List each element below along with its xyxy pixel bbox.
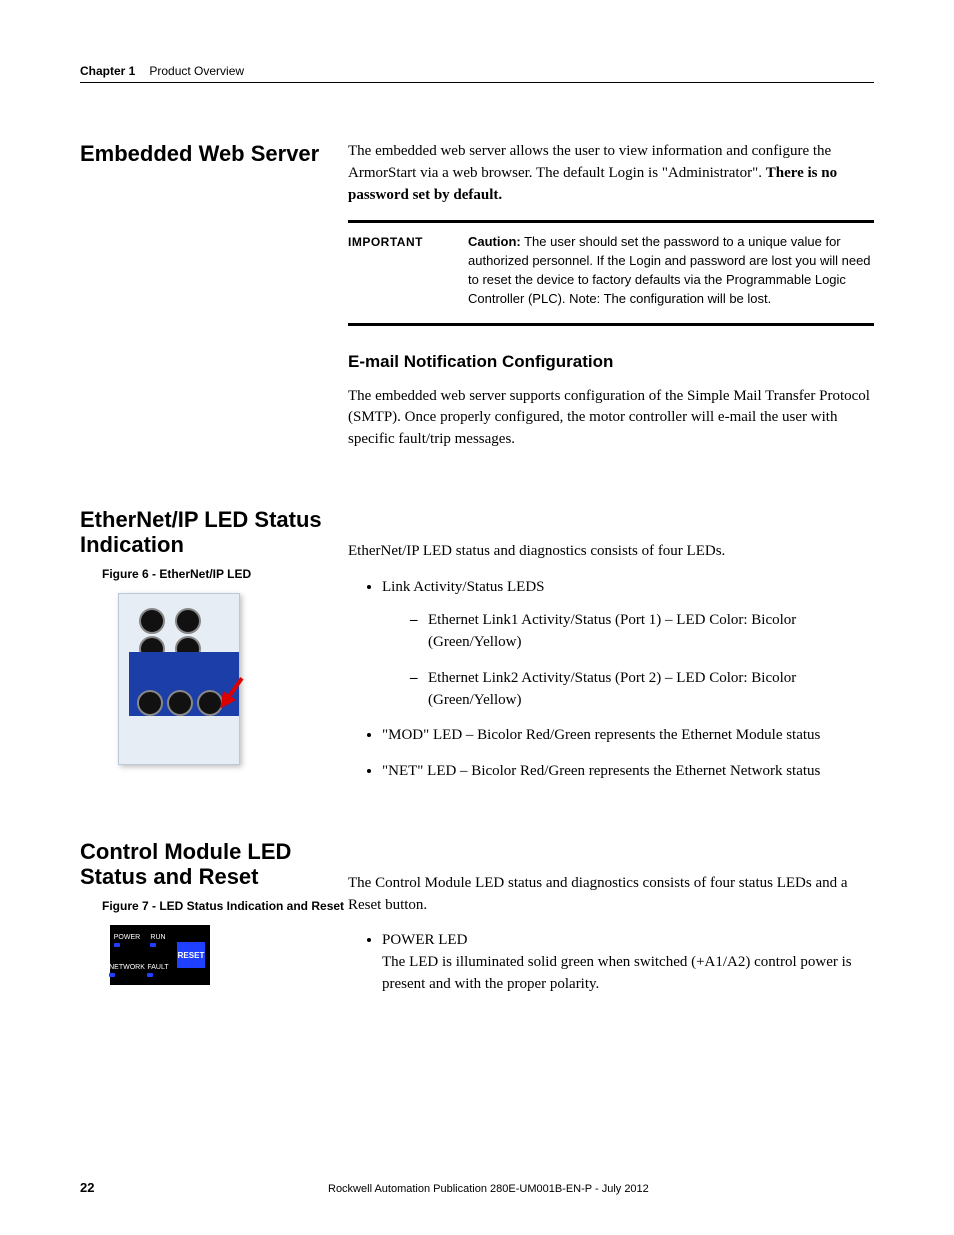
paragraph-web-server-intro: The embedded web server allows the user …	[348, 141, 874, 206]
figure7-caption: Figure 7 - LED Status Indication and Res…	[102, 899, 348, 915]
img-label-power: POWER	[114, 934, 140, 947]
list-item-net-led: "NET" LED – Bicolor Red/Green represents…	[382, 761, 874, 783]
section-control-module-led: Control Module LED Status and Reset Figu…	[80, 839, 874, 1010]
paragraph-ethernet-led-intro: EtherNet/IP LED status and diagnostics c…	[348, 541, 874, 563]
img-label-run: RUN	[150, 934, 165, 947]
list-item-link-activity: Link Activity/Status LEDS Ethernet Link1…	[382, 577, 874, 712]
img-label-network: NETWORK	[109, 964, 145, 977]
running-header: Chapter 1 Product Overview	[80, 64, 874, 83]
figure6-caption: Figure 6 - EtherNet/IP LED	[102, 567, 348, 583]
text-power-led-label: POWER LED	[382, 930, 874, 952]
publication-info: Rockwell Automation Publication 280E-UM0…	[328, 1183, 874, 1195]
img-label-fault: FAULT	[147, 964, 168, 977]
important-body: The user should set the password to a un…	[468, 234, 871, 306]
link-activity-sublist: Ethernet Link1 Activity/Status (Port 1) …	[410, 610, 874, 711]
img-reset-button: RESET	[177, 942, 205, 968]
ethernet-led-list: Link Activity/Status LEDS Ethernet Link1…	[382, 577, 874, 783]
paragraph-email-notification: The embedded web server supports configu…	[348, 386, 874, 451]
important-callout: IMPORTANT Caution: The user should set t…	[348, 220, 874, 325]
heading-control-module-led: Control Module LED Status and Reset	[80, 839, 348, 890]
heading-ethernet-led: EtherNet/IP LED Status Indication	[80, 507, 348, 558]
list-item-link2: Ethernet Link2 Activity/Status (Port 2) …	[410, 668, 874, 712]
header-title: Product Overview	[149, 64, 244, 78]
important-text: Caution: The user should set the passwor…	[468, 233, 874, 308]
list-item-link1: Ethernet Link1 Activity/Status (Port 1) …	[410, 610, 874, 654]
list-item-power-led: POWER LED The LED is illuminated solid g…	[382, 930, 874, 995]
section-ethernet-led: EtherNet/IP LED Status Indication Figure…	[80, 507, 874, 797]
heading-embedded-web-server: Embedded Web Server	[80, 141, 348, 166]
page-footer: 22 Rockwell Automation Publication 280E-…	[80, 1180, 874, 1195]
list-item-mod-led: "MOD" LED – Bicolor Red/Green represents…	[382, 725, 874, 747]
figure7-image: POWER NETWORK RUN FAULT RESET	[110, 925, 210, 985]
control-module-list: POWER LED The LED is illuminated solid g…	[382, 930, 874, 995]
figure6-image	[118, 593, 240, 765]
section-embedded-web-server: Embedded Web Server The embedded web ser…	[80, 141, 874, 465]
important-caution-word: Caution:	[468, 234, 521, 249]
important-label: IMPORTANT	[348, 233, 468, 308]
text-intro-prefix: The embedded web server allows the user …	[348, 143, 831, 181]
header-chapter: Chapter 1	[80, 64, 135, 78]
page-number: 22	[80, 1180, 328, 1195]
heading-email-notification: E-mail Notification Configuration	[348, 352, 874, 372]
text-link-activity: Link Activity/Status LEDS	[382, 579, 545, 595]
text-power-led-desc: The LED is illuminated solid green when …	[382, 952, 874, 996]
paragraph-control-module-intro: The Control Module LED status and diagno…	[348, 873, 874, 917]
